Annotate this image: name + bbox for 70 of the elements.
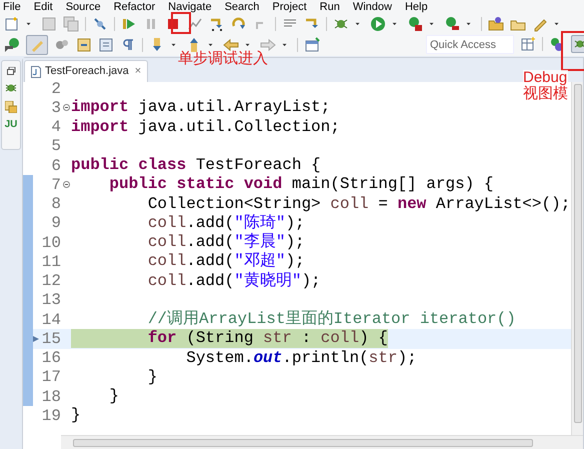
line-number: 15 <box>40 330 61 347</box>
line-number: 10 <box>40 234 61 251</box>
code-line: public class TestForeach { <box>71 156 321 176</box>
new-file-icon[interactable] <box>4 16 20 32</box>
code-line: } <box>146 368 158 387</box>
line-number: 17 <box>40 369 61 386</box>
code-line: } <box>71 406 81 426</box>
line-number: 19 <box>40 408 61 424</box>
run-icon[interactable] <box>370 16 386 32</box>
line-number: 18 <box>40 388 61 405</box>
annotation-label: 单步调试进入 <box>178 51 268 66</box>
bug-icon <box>574 38 584 50</box>
code-line: coll.add("陈琦"); <box>146 214 305 232</box>
code-line: import java.util.ArrayList; <box>71 98 330 118</box>
quick-access-field[interactable]: Quick Access <box>426 35 514 54</box>
line-number: 9 <box>50 215 61 232</box>
code-line: public static void main(String[] args) { <box>108 175 494 194</box>
line-number: 14 <box>40 312 61 328</box>
restore-icon[interactable] <box>6 67 16 75</box>
line-number: 6 <box>50 158 61 174</box>
menu-item[interactable]: Navigate <box>168 2 212 12</box>
line-number: 7 <box>50 176 61 193</box>
line-number: 4 <box>50 119 61 136</box>
highlight-box <box>171 12 191 34</box>
fold-icon[interactable] <box>62 104 70 112</box>
menu-item[interactable]: Refactor <box>114 2 156 12</box>
bug-icon[interactable] <box>5 82 17 94</box>
junit-icon[interactable]: JU <box>4 120 18 130</box>
line-number: 16 <box>40 350 61 366</box>
vertical-scrollbar[interactable] <box>571 82 583 435</box>
debug-perspective-button[interactable] <box>571 35 584 53</box>
menu-item[interactable]: Source <box>66 2 101 12</box>
resume-icon[interactable] <box>121 16 137 32</box>
code-line: } <box>108 387 120 406</box>
line-number: 13 <box>40 292 61 308</box>
menu-item[interactable]: Window <box>352 2 392 12</box>
code-line: coll.add("邓超"); <box>146 252 305 272</box>
package-icon[interactable] <box>5 101 17 113</box>
editor-tab[interactable]: TestForeach.java × <box>24 60 148 82</box>
brush-icon <box>30 38 44 52</box>
code-line: System.out.println(str); <box>185 348 417 368</box>
menu-item[interactable]: Edit <box>34 2 53 12</box>
debug-pointer-icon <box>33 336 39 342</box>
line-number: 8 <box>50 196 61 212</box>
step-into-icon[interactable] <box>209 16 225 32</box>
java-file-icon <box>31 66 41 78</box>
line-number: 3 <box>50 100 61 116</box>
code-line: import java.util.Collection; <box>71 118 340 137</box>
horizontal-scrollbar[interactable] <box>61 435 583 449</box>
open-perspective-icon[interactable] <box>520 36 536 52</box>
code-line: coll.add("黄晓明"); <box>146 272 321 291</box>
menu-item[interactable]: Project <box>272 2 307 12</box>
code-line: //调用ArrayList里面的Iterator iterator() <box>146 310 516 330</box>
code-line: coll.add("李晨"); <box>146 233 305 252</box>
fold-icon[interactable] <box>62 181 70 188</box>
menu-item[interactable]: Help <box>404 2 428 12</box>
line-number: 2 <box>50 82 61 97</box>
line-number: 5 <box>50 138 61 154</box>
open-folder-icon[interactable] <box>488 16 504 32</box>
toggle-mark-occurrences-button[interactable] <box>26 35 48 55</box>
line-number: 11 <box>40 254 61 270</box>
close-tab-icon[interactable]: × <box>134 63 142 80</box>
code-line: Collection<String> coll = new ArrayList<>(); <box>146 194 570 214</box>
menu-item[interactable]: Search <box>224 2 260 12</box>
menu-item[interactable]: Run <box>320 2 340 12</box>
annotation-label: Debug <box>523 70 568 86</box>
new-window-icon[interactable] <box>304 37 320 53</box>
menu-item[interactable]: File <box>3 2 21 12</box>
annotation-label: 视图模 <box>523 86 568 102</box>
line-number: 12 <box>40 273 61 290</box>
